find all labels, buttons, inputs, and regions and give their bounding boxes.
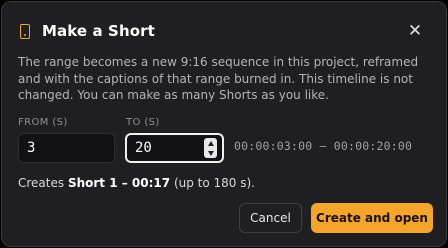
dialog-title: Make a Short — [42, 22, 155, 40]
dialog-description: The range becomes a new 9:16 sequence in… — [18, 55, 419, 102]
to-field-container — [125, 133, 224, 163]
creates-prefix: Creates — [18, 176, 68, 190]
from-input[interactable] — [19, 140, 79, 156]
increment-arrow-icon[interactable] — [207, 140, 214, 146]
timecode-range: 00:00:03:00 – 00:00:20:00 — [234, 139, 413, 153]
decrement-arrow-icon[interactable] — [207, 150, 214, 156]
make-short-dialog: Make a Short ✕ The range becomes a new 9… — [1, 1, 447, 247]
from-label: FROM (S) — [18, 117, 68, 128]
to-label: TO (S) — [126, 117, 160, 128]
phone-icon — [20, 23, 30, 39]
creates-summary: Creates Short 1 – 00:17 (up to 180 s). — [18, 176, 255, 190]
create-and-open-button[interactable]: Create and open — [311, 203, 433, 233]
creates-suffix: (up to 180 s). — [170, 176, 255, 190]
cancel-button[interactable]: Cancel — [239, 203, 302, 233]
close-button[interactable]: ✕ — [404, 20, 426, 42]
to-input[interactable] — [127, 140, 187, 156]
dialog-header: Make a Short ✕ — [18, 20, 430, 42]
from-field-container — [18, 133, 115, 163]
to-stepper[interactable] — [204, 138, 217, 158]
short-name: Short 1 – 00:17 — [67, 176, 171, 190]
